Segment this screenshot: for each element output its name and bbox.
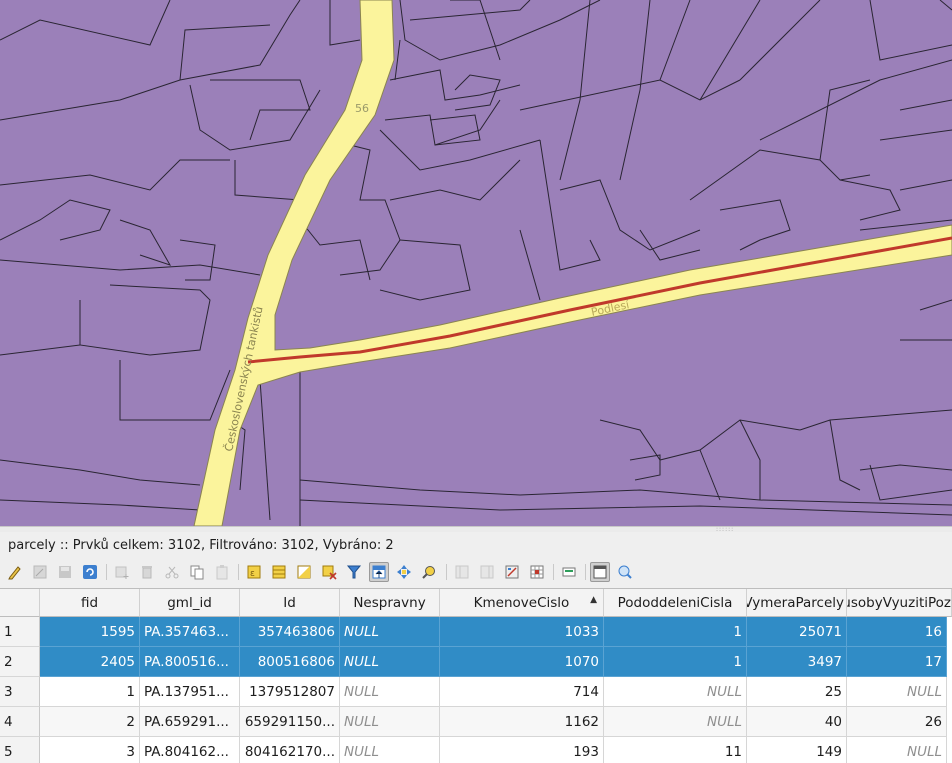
attribute-table: fid gml_id Id Nespravny KmenoveCislo ▲ P… (0, 588, 952, 763)
table-cell[interactable]: PA.804162... (140, 737, 240, 763)
row-header[interactable]: 5 (0, 737, 40, 763)
copy-icon[interactable] (187, 562, 207, 582)
cut-icon[interactable] (162, 562, 182, 582)
attribute-table-toolbar: ε (0, 558, 952, 586)
column-header-id[interactable]: Id (240, 589, 340, 617)
table-row[interactable]: 3 1 PA.137951... 1379512807 NULL 714 NUL… (0, 677, 952, 707)
save-edits-icon[interactable] (55, 562, 75, 582)
column-header-gml-id[interactable]: gml_id (140, 589, 240, 617)
table-cell[interactable]: 714 (440, 677, 604, 707)
table-cell[interactable]: NULL (847, 737, 947, 763)
table-cell[interactable]: PA.800516... (140, 647, 240, 677)
table-cell[interactable]: 357463806 (240, 617, 340, 647)
table-cell[interactable]: NULL (604, 677, 747, 707)
conditional-formatting-icon[interactable] (527, 562, 547, 582)
column-header-pododdelenicisla[interactable]: PododdeleniCisla (604, 589, 747, 617)
identify-icon[interactable] (615, 562, 635, 582)
row-header[interactable]: 3 (0, 677, 40, 707)
svg-text:ε: ε (250, 569, 255, 579)
field-calculator-icon[interactable] (502, 562, 522, 582)
toggle-editing-icon[interactable] (5, 562, 25, 582)
table-row[interactable]: 4 2 PA.659291... 659291150... NULL 1162 … (0, 707, 952, 737)
dock-icon[interactable] (590, 562, 610, 582)
attribute-table-title-bar: parcely :: Prvků celkem: 3102, Filtrován… (0, 532, 952, 558)
new-field-icon[interactable] (452, 562, 472, 582)
table-cell[interactable]: 3 (40, 737, 140, 763)
table-cell[interactable]: 1070 (440, 647, 604, 677)
table-cell[interactable]: PA.357463... (140, 617, 240, 647)
table-row[interactable]: 1 1595 PA.357463... 357463806 NULL 1033 … (0, 617, 952, 647)
table-cell[interactable]: NULL (604, 707, 747, 737)
table-cell[interactable]: 25 (747, 677, 847, 707)
table-cell[interactable]: NULL (847, 677, 947, 707)
deselect-all-icon[interactable] (319, 562, 339, 582)
delete-field-icon[interactable] (477, 562, 497, 582)
table-cell[interactable]: 1379512807 (240, 677, 340, 707)
column-header-vymeraparcely[interactable]: VymeraParcely (747, 589, 847, 617)
table-cell[interactable]: 800516806 (240, 647, 340, 677)
house-number-label: 56 (355, 102, 369, 115)
table-cell[interactable]: 149 (747, 737, 847, 763)
column-header-fid[interactable]: fid (40, 589, 140, 617)
column-header-nespravny[interactable]: Nespravny (340, 589, 440, 617)
table-cell[interactable]: 2 (40, 707, 140, 737)
delete-feature-icon[interactable] (137, 562, 157, 582)
table-cell[interactable]: 1595 (40, 617, 140, 647)
table-cell[interactable]: NULL (340, 707, 440, 737)
table-cell[interactable]: NULL (340, 737, 440, 763)
table-cell[interactable]: 3497 (747, 647, 847, 677)
row-header[interactable]: 1 (0, 617, 40, 647)
paste-icon[interactable] (212, 562, 232, 582)
table-cell[interactable]: NULL (340, 647, 440, 677)
table-cell[interactable]: PA.137951... (140, 677, 240, 707)
attribute-table-title: parcely :: Prvků celkem: 3102, Filtrován… (8, 538, 394, 553)
invert-selection-icon[interactable] (294, 562, 314, 582)
parcel-map: 56 Československých tankistů Podlesí (0, 0, 952, 526)
table-cell[interactable]: NULL (340, 677, 440, 707)
move-selection-top-icon[interactable] (369, 562, 389, 582)
table-cell[interactable]: 1 (604, 647, 747, 677)
table-cell[interactable]: 11 (604, 737, 747, 763)
actions-icon[interactable] (559, 562, 579, 582)
table-cell[interactable]: 1 (604, 617, 747, 647)
table-cell[interactable]: 193 (440, 737, 604, 763)
table-cell[interactable]: 1 (40, 677, 140, 707)
table-row[interactable]: 2 2405 PA.800516... 800516806 NULL 1070 … (0, 647, 952, 677)
pan-to-selection-icon[interactable] (394, 562, 414, 582)
select-by-expression-icon[interactable]: ε (244, 562, 264, 582)
table-cell[interactable]: 2405 (40, 647, 140, 677)
table-cell[interactable]: 17 (847, 647, 947, 677)
table-cell[interactable]: 40 (747, 707, 847, 737)
table-cell[interactable]: 16 (847, 617, 947, 647)
sort-ascending-icon: ▲ (590, 595, 597, 605)
add-feature-icon[interactable] (112, 562, 132, 582)
multi-edit-icon[interactable] (30, 562, 50, 582)
reload-icon[interactable] (80, 562, 100, 582)
table-cell[interactable]: NULL (340, 617, 440, 647)
table-cell[interactable]: 25071 (747, 617, 847, 647)
row-header[interactable]: 2 (0, 647, 40, 677)
corner-header[interactable] (0, 589, 40, 617)
table-cell[interactable]: 1162 (440, 707, 604, 737)
table-cell[interactable]: 659291150... (240, 707, 340, 737)
zoom-to-selection-icon[interactable] (419, 562, 439, 582)
table-cell[interactable]: 26 (847, 707, 947, 737)
table-cell[interactable]: 1033 (440, 617, 604, 647)
table-row[interactable]: 5 3 PA.804162... 804162170... NULL 193 1… (0, 737, 952, 763)
map-canvas[interactable]: 56 Československých tankistů Podlesí (0, 0, 952, 526)
row-header[interactable]: 4 (0, 707, 40, 737)
table-cell[interactable]: 804162170... (240, 737, 340, 763)
column-header-kmenovecislo[interactable]: KmenoveCislo ▲ (440, 589, 604, 617)
filter-select-icon[interactable] (344, 562, 364, 582)
table-cell[interactable]: PA.659291... (140, 707, 240, 737)
select-all-icon[interactable] (269, 562, 289, 582)
column-header-zpusobyvyuzitipoz[interactable]: ZpusobyVyuzitiPoz (847, 589, 952, 617)
column-header-label: KmenoveCislo (473, 594, 570, 611)
